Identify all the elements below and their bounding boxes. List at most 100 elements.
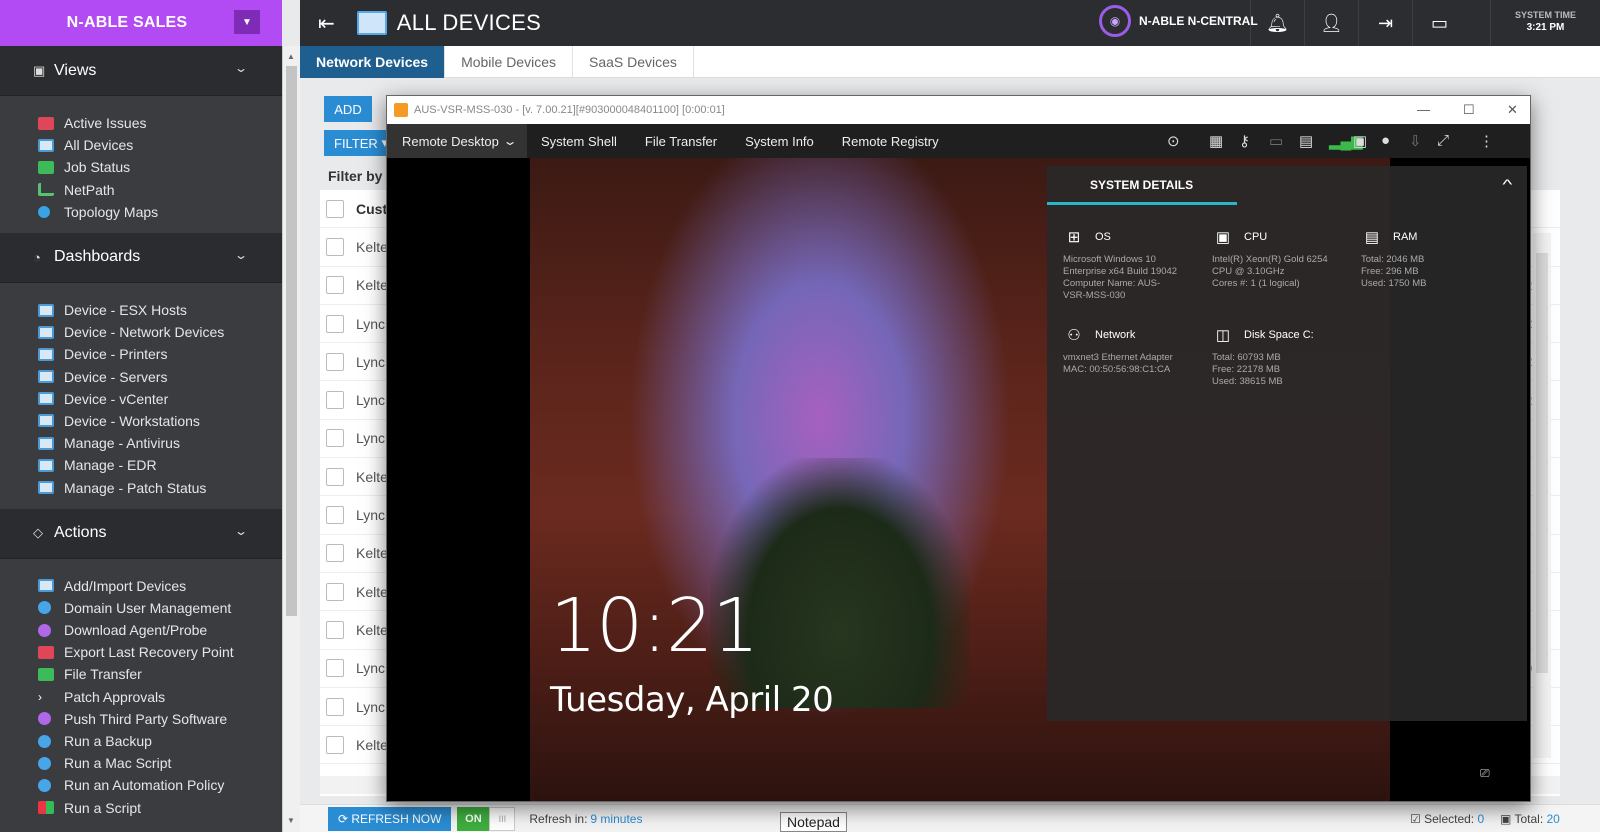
sidebar-item-action[interactable]: Run a Backup <box>38 730 282 752</box>
row-checkbox[interactable] <box>326 697 344 716</box>
bell-icon[interactable]: 🔔︎ <box>1250 0 1304 46</box>
sidebar-item-dashboard[interactable]: Device - Network Devices <box>38 321 282 343</box>
chevron-down-icon[interactable]: ⌄ <box>234 248 248 262</box>
sidebar-item-dashboard[interactable]: Device - Servers <box>38 366 282 388</box>
sidebar-item-label: Device - Network Devices <box>64 324 225 341</box>
lock-screen-clock: 10:21 <box>550 583 759 669</box>
sidebar-item-dashboard[interactable]: Manage - Patch Status <box>38 476 282 498</box>
row-checkbox[interactable] <box>326 506 344 525</box>
layout-icon[interactable]: ▦ <box>1209 132 1223 150</box>
brand-dropdown-icon[interactable]: ▼ <box>234 10 260 34</box>
folder-settings-icon[interactable]: ▣ <box>1353 132 1367 150</box>
column-header-customer[interactable]: Cust <box>356 201 387 217</box>
auto-refresh-toggle[interactable]: ON III <box>457 806 516 831</box>
download-icon[interactable]: ⇩ <box>1409 132 1422 150</box>
row-customer: Lync <box>356 507 386 524</box>
remote-desktop-menu[interactable]: Remote Desktop ⌄ <box>387 124 527 158</box>
fullscreen-icon[interactable]: ⤢ <box>1437 132 1449 149</box>
sidebar-item-topology-maps[interactable]: Topology Maps <box>38 201 282 223</box>
row-checkbox[interactable] <box>326 429 344 448</box>
screen-icon[interactable]: ▭ <box>1269 132 1283 150</box>
row-checkbox[interactable] <box>326 352 344 371</box>
sidebar-item-action[interactable]: Run a Mac Script <box>38 752 282 774</box>
row-checkbox[interactable] <box>326 391 344 410</box>
actions-header[interactable]: ◇ Actions ⌄ <box>0 508 282 559</box>
system-shell-menu[interactable]: System Shell <box>527 124 631 158</box>
sidebar-item-job-status[interactable]: Job Status <box>38 156 282 178</box>
sidebar-item-netpath[interactable]: NetPath <box>38 179 282 201</box>
chevron-down-icon[interactable]: ⌄ <box>234 524 248 538</box>
maximize-icon[interactable]: ☐ <box>1463 102 1475 118</box>
remote-screen[interactable]: 10:21 Tuesday, April 20 ⎚ SYSTEM DETAILS… <box>387 158 1530 801</box>
sidebar-item-action[interactable]: Run a Script <box>38 797 282 819</box>
network-icon: ⚇ <box>1067 327 1081 344</box>
system-details-panel: SYSTEM DETAILS ^ ⊞ OS Microsoft Windows 1… <box>1047 166 1527 721</box>
scroll-thumb[interactable] <box>286 66 297 616</box>
dashboards-header[interactable]: ◔ Dashboards ⌄ <box>0 232 282 283</box>
chat-icon[interactable]: ▤ <box>1299 132 1313 150</box>
sidebar-item-dashboard[interactable]: Manage - EDR <box>38 454 282 476</box>
system-details-title[interactable]: SYSTEM DETAILS <box>1090 178 1193 192</box>
tab-network-devices[interactable]: Network Devices <box>300 46 446 78</box>
row-checkbox[interactable] <box>326 237 344 256</box>
sidebar-item-action[interactable]: Push Third Party Software <box>38 708 282 730</box>
collapse-icon[interactable]: ^ <box>1503 176 1513 192</box>
key-icon[interactable]: ⚷ <box>1239 132 1250 150</box>
row-checkbox[interactable] <box>326 659 344 678</box>
logout-icon[interactable]: ⇥ <box>1358 0 1412 46</box>
filter-button[interactable]: FILTER ▾ <box>324 130 394 156</box>
row-checkbox[interactable] <box>326 276 344 295</box>
chevron-down-icon[interactable]: ⌄ <box>234 61 248 75</box>
sidebar-item-action[interactable]: › Patch Approvals <box>38 686 282 708</box>
system-info-menu[interactable]: System Info <box>731 124 828 158</box>
row-checkbox[interactable] <box>326 314 344 333</box>
record-icon[interactable]: ● <box>1381 132 1390 149</box>
user-icon[interactable]: 👤︎ <box>1304 0 1358 46</box>
feedback-icon[interactable]: ▭ <box>1412 0 1466 46</box>
scroll-up-icon[interactable]: ▲ <box>287 52 295 61</box>
close-icon[interactable]: ✕ <box>1507 102 1518 118</box>
sidebar-item-dashboard[interactable]: Device - Workstations <box>38 410 282 432</box>
refresh-now-button[interactable]: ⟳ REFRESH NOW <box>328 806 452 831</box>
tab-saas-devices[interactable]: SaaS Devices <box>573 46 694 78</box>
toggle-on-label: ON <box>457 806 490 831</box>
more-options-icon[interactable]: ⋮ <box>1479 132 1494 150</box>
remote-control-window[interactable]: AUS-VSR-MSS-030 - [v. 7.00.21][#90300004… <box>386 95 1531 802</box>
sidebar-item-dashboard[interactable]: Device - ESX Hosts <box>38 299 282 321</box>
collapse-menu-icon[interactable]: ⇤ <box>318 11 335 36</box>
select-all-checkbox[interactable] <box>326 199 344 218</box>
sidebar-item-dashboard[interactable]: Device - vCenter <box>38 388 282 410</box>
remote-registry-menu[interactable]: Remote Registry <box>828 124 953 158</box>
sidebar-item-action[interactable]: Domain User Management <box>38 597 282 619</box>
table-vertical-scrollbar[interactable] <box>1533 233 1551 758</box>
row-checkbox[interactable] <box>326 467 344 486</box>
tab-mobile-devices[interactable]: Mobile Devices <box>445 46 573 78</box>
sidebar-item-action[interactable]: Download Agent/Probe <box>38 619 282 641</box>
sidebar-item-all-devices[interactable]: All Devices <box>38 134 282 156</box>
sidebar-item-action[interactable]: Add/Import Devices <box>38 575 282 597</box>
row-checkbox[interactable] <box>326 582 344 601</box>
sidebar-item-action[interactable]: Export Last Recovery Point <box>38 641 282 663</box>
add-button[interactable]: ADD <box>324 96 372 122</box>
sidebar-item-active-issues[interactable]: Active Issues <box>38 112 282 134</box>
window-title-bar[interactable]: AUS-VSR-MSS-030 - [v. 7.00.21][#90300004… <box>387 96 1530 124</box>
sidebar-item-action[interactable]: Run an Automation Policy <box>38 774 282 796</box>
os-details: ⊞ OS Microsoft Windows 10 Enterprise x64 … <box>1063 224 1208 302</box>
scroll-down-icon[interactable]: ▼ <box>287 816 295 825</box>
sidebar-scrollbar[interactable]: ▲ ▼ <box>282 46 300 832</box>
views-header[interactable]: ▣ Views ⌄ <box>0 46 282 96</box>
minimize-icon[interactable]: — <box>1417 102 1430 117</box>
sidebar-item-dashboard[interactable]: Device - Printers <box>38 343 282 365</box>
sidebar-item-dashboard[interactable]: Manage - Antivirus <box>38 432 282 454</box>
row-checkbox[interactable] <box>326 544 344 563</box>
cpu-value: Intel(R) Xeon(R) Gold 6254 CPU @ 3.10GHz… <box>1212 254 1328 289</box>
dropdown-circle-icon[interactable]: ⊙ <box>1167 132 1180 150</box>
scroll-thumb[interactable] <box>1536 253 1548 673</box>
row-checkbox[interactable] <box>326 735 344 754</box>
row-checkbox[interactable] <box>326 620 344 639</box>
sidebar-item-action[interactable]: File Transfer <box>38 663 282 685</box>
sidebar-item-label: Device - Printers <box>64 346 168 363</box>
sidebar-item-label: Run a Backup <box>64 733 152 750</box>
file-transfer-menu[interactable]: File Transfer <box>631 124 731 158</box>
monitor-icon <box>38 481 54 495</box>
